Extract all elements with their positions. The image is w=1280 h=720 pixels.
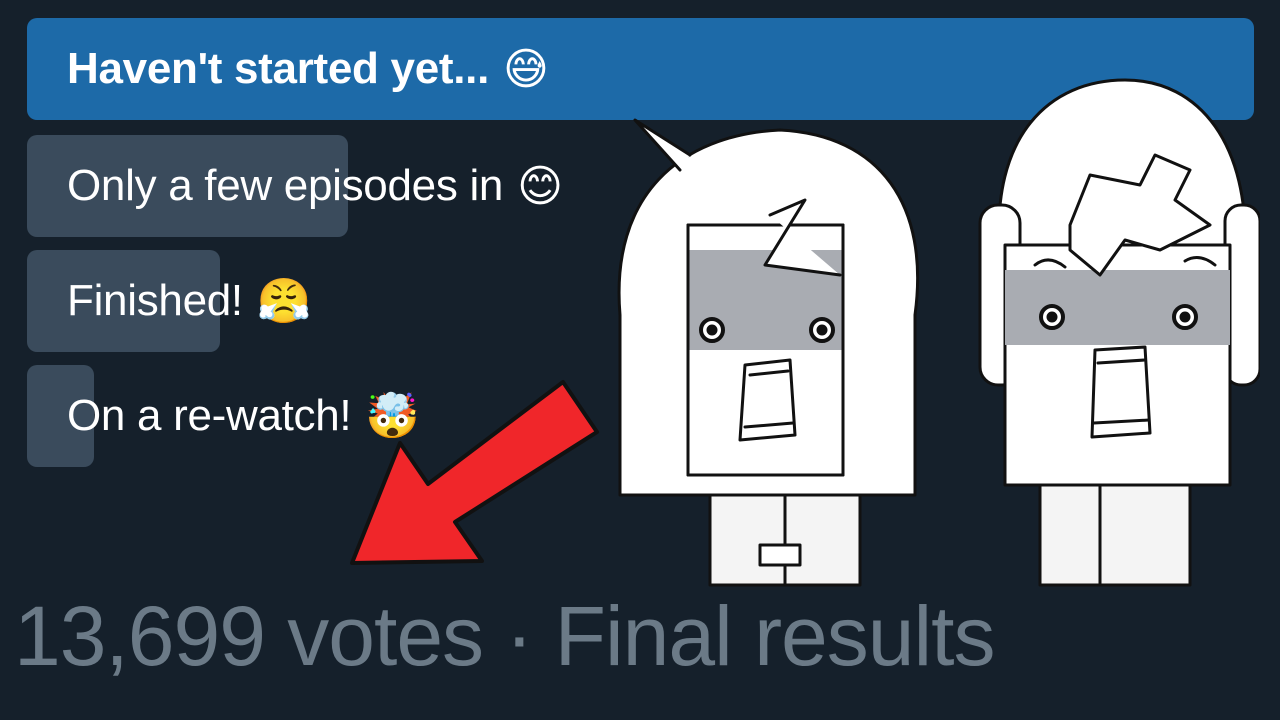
shocked-characters-drawing	[617, 78, 1260, 587]
